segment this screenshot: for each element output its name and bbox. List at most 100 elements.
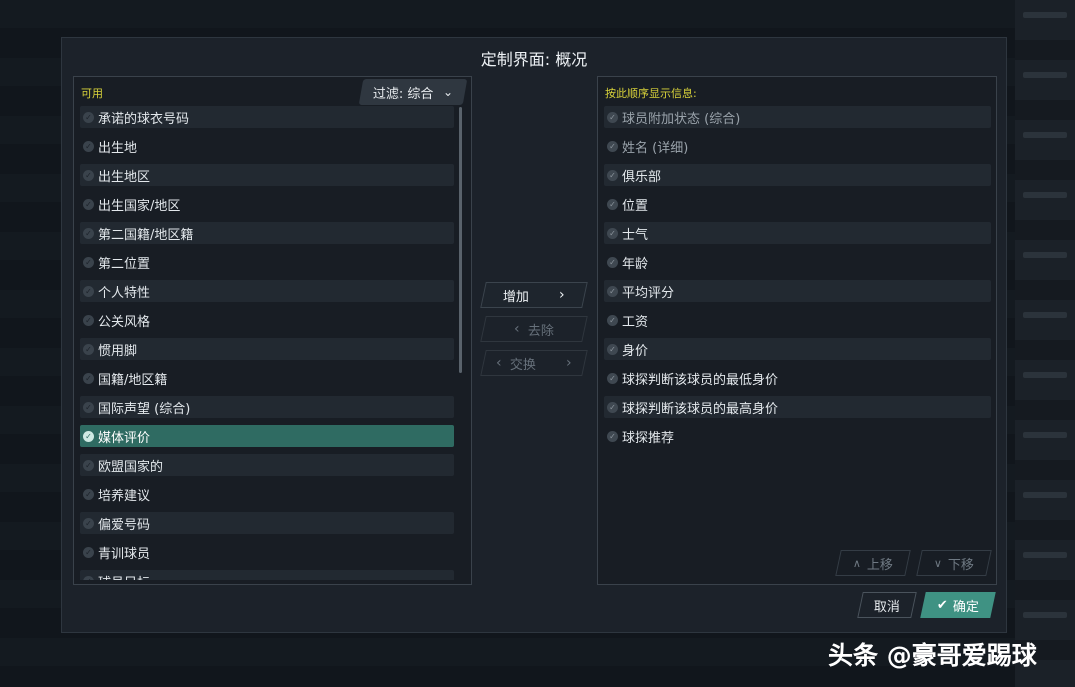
check-circle-icon: ✓ (607, 169, 618, 181)
displayed-item[interactable]: ✓ 姓名 (详细) (604, 135, 991, 157)
available-item[interactable]: ✓ 惯用脚 (80, 338, 454, 360)
item-label: 球探推荐 (622, 430, 675, 446)
check-circle-icon: ✓ (83, 256, 94, 268)
available-item[interactable]: ✓ 媒体评价 (80, 425, 454, 447)
available-item[interactable]: ✓ 青训球员 (80, 541, 454, 563)
check-circle-icon: ✓ (607, 256, 618, 268)
displayed-item[interactable]: ✓ 工资 (604, 309, 991, 331)
check-circle-icon: ✓ (83, 169, 94, 181)
item-label: 出生地 (98, 140, 138, 156)
available-item[interactable]: ✓ 球员目标 (80, 570, 454, 580)
move-up-label: 上移 (867, 557, 894, 573)
filter-dropdown[interactable]: 过滤: 综合 ⌄ (358, 79, 468, 105)
item-label: 位置 (622, 198, 649, 214)
available-item[interactable]: ✓ 欧盟国家的 (80, 454, 454, 476)
displayed-item[interactable]: ✓ 球员附加状态 (综合) (604, 106, 991, 128)
item-label: 欧盟国家的 (98, 459, 164, 475)
item-label: 球探判断该球员的最低身价 (622, 372, 779, 388)
item-label: 姓名 (详细) (622, 140, 689, 156)
check-circle-icon: ✓ (607, 372, 618, 384)
item-label: 出生地区 (98, 169, 151, 185)
check-circle-icon: ✓ (83, 517, 94, 529)
displayed-item[interactable]: ✓ 俱乐部 (604, 164, 991, 186)
available-scrollbar[interactable] (459, 107, 462, 373)
available-item[interactable]: ✓ 培养建议 (80, 483, 454, 505)
chevron-left-icon: ‹ (496, 355, 502, 371)
cancel-button[interactable]: 取消 (857, 592, 917, 618)
check-circle-icon: ✓ (607, 227, 618, 239)
check-circle-icon: ✓ (607, 198, 618, 210)
item-label: 国籍/地区籍 (98, 372, 168, 388)
swap-label: 交换 (509, 357, 536, 373)
displayed-item[interactable]: ✓ 平均评分 (604, 280, 991, 302)
displayed-list[interactable]: ✓ 球员附加状态 (综合) ✓ 姓名 (详细) ✓ 俱乐部 ✓ 位置 ✓ 士气 ✓ 年龄 ✓ 平均评分 ✓ 工… (604, 106, 991, 580)
available-item[interactable]: ✓ 承诺的球衣号码 (80, 106, 454, 128)
add-label: 增加 (503, 289, 530, 305)
item-label: 士气 (622, 227, 649, 243)
available-item[interactable]: ✓ 出生国家/地区 (80, 193, 454, 215)
move-down-button[interactable]: ∨ 下移 (916, 550, 992, 576)
chevron-down-icon: ⌄ (443, 85, 454, 99)
displayed-item[interactable]: ✓ 士气 (604, 222, 991, 244)
checkmark-icon: ✔ (937, 597, 948, 613)
item-label: 俱乐部 (622, 169, 662, 185)
chevron-left-icon: ‹ (514, 321, 520, 337)
displayed-item[interactable]: ✓ 身价 (604, 338, 991, 360)
item-label: 个人特性 (98, 285, 151, 301)
check-circle-icon: ✓ (607, 111, 618, 123)
check-circle-icon: ✓ (83, 430, 94, 442)
item-label: 球员目标 (98, 572, 150, 581)
item-label: 年龄 (622, 256, 649, 272)
cancel-label: 取消 (873, 599, 900, 615)
item-label: 身价 (622, 343, 649, 359)
item-label: 球探判断该球员的最高身价 (622, 401, 779, 417)
item-label: 惯用脚 (98, 343, 138, 359)
item-label: 出生国家/地区 (98, 198, 181, 214)
item-label: 媒体评价 (98, 430, 151, 446)
available-panel: 可用 过滤: 综合 ⌄ ✓ 承诺的球衣号码 ✓ 出生地 ✓ 出生地区 ✓ 出生国家/地区 ✓ 第二… (73, 76, 472, 585)
check-circle-icon: ✓ (83, 227, 94, 239)
chevron-up-icon: ∧ (852, 556, 862, 570)
available-item[interactable]: ✓ 国籍/地区籍 (80, 367, 454, 389)
check-circle-icon: ✓ (607, 140, 618, 152)
displayed-label: 按此顺序显示信息: (605, 87, 697, 100)
available-item[interactable]: ✓ 出生地 (80, 135, 454, 157)
item-label: 第二位置 (98, 256, 151, 272)
item-label: 公关风格 (98, 314, 151, 330)
check-circle-icon: ✓ (83, 285, 94, 297)
available-item[interactable]: ✓ 第二位置 (80, 251, 454, 273)
displayed-item[interactable]: ✓ 球探推荐 (604, 425, 991, 447)
move-down-label: 下移 (948, 557, 975, 573)
check-circle-icon: ✓ (83, 546, 94, 558)
available-item[interactable]: ✓ 出生地区 (80, 164, 454, 186)
available-item[interactable]: ✓ 第二国籍/地区籍 (80, 222, 454, 244)
item-label: 第二国籍/地区籍 (98, 227, 194, 243)
available-item[interactable]: ✓ 个人特性 (80, 280, 454, 302)
displayed-item[interactable]: ✓ 球探判断该球员的最低身价 (604, 367, 991, 389)
available-item[interactable]: ✓ 公关风格 (80, 309, 454, 331)
chevron-down-icon: ∨ (933, 556, 943, 570)
swap-button[interactable]: ‹ 交换 › (480, 350, 588, 376)
check-circle-icon: ✓ (83, 140, 94, 152)
item-label: 青训球员 (98, 546, 151, 562)
check-circle-icon: ✓ (607, 343, 618, 355)
ok-button[interactable]: ✔ 确定 (920, 592, 996, 618)
move-up-button[interactable]: ∧ 上移 (835, 550, 911, 576)
remove-button[interactable]: ‹ 去除 (480, 316, 588, 342)
add-button[interactable]: 增加 › (480, 282, 588, 308)
available-item[interactable]: ✓ 国际声望 (综合) (80, 396, 454, 418)
available-item[interactable]: ✓ 偏爱号码 (80, 512, 454, 534)
chevron-right-icon: › (566, 355, 572, 371)
check-circle-icon: ✓ (83, 198, 94, 210)
available-label: 可用 (81, 87, 103, 100)
available-list[interactable]: ✓ 承诺的球衣号码 ✓ 出生地 ✓ 出生地区 ✓ 出生国家/地区 ✓ 第二国籍/地区籍 ✓ 第二位置 ✓… (80, 106, 454, 580)
displayed-item[interactable]: ✓ 位置 (604, 193, 991, 215)
item-label: 承诺的球衣号码 (98, 111, 190, 127)
check-circle-icon: ✓ (83, 343, 94, 355)
displayed-item[interactable]: ✓ 年龄 (604, 251, 991, 273)
item-label: 球员附加状态 (综合) (622, 111, 741, 127)
remove-label: 去除 (527, 323, 554, 339)
check-circle-icon: ✓ (83, 488, 94, 500)
displayed-item[interactable]: ✓ 球探判断该球员的最高身价 (604, 396, 991, 418)
item-label: 偏爱号码 (98, 517, 151, 533)
